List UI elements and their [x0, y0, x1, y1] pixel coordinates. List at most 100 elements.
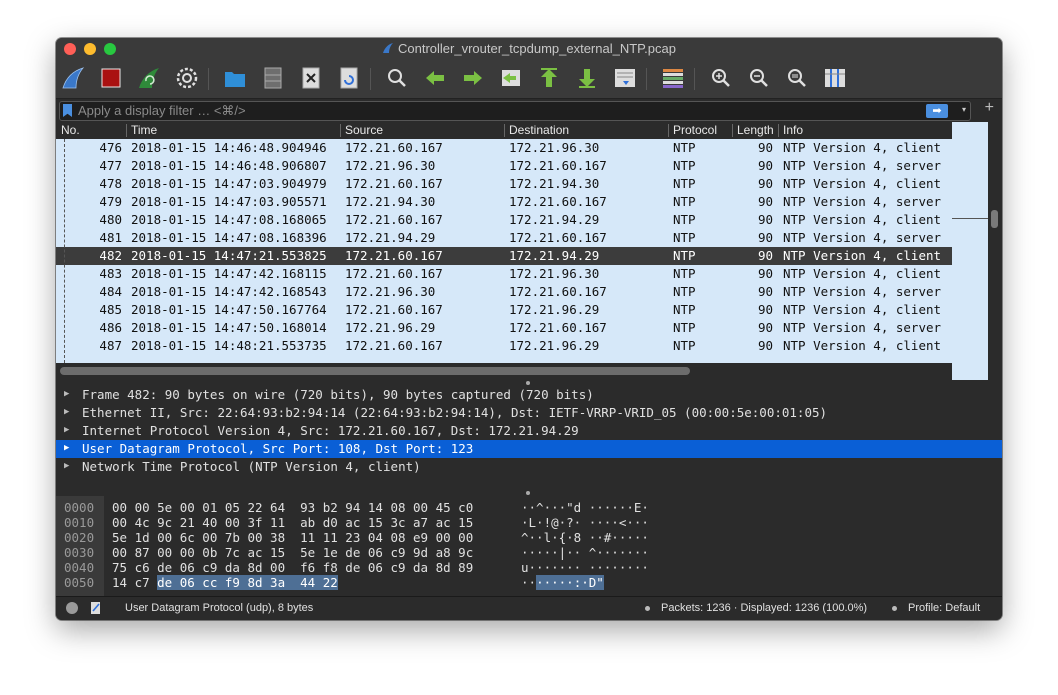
magnifier-icon [388, 69, 406, 87]
bytes-ascii[interactable]: ·······:·D" [521, 575, 604, 590]
arrow-left-icon [426, 71, 444, 85]
capture-options-button[interactable] [174, 65, 200, 91]
splitter-handle[interactable] [526, 491, 530, 495]
table-row[interactable]: 485 2018-01-15 14:47:50.167764 172.21.60.1… [56, 301, 952, 319]
main-toolbar [56, 60, 1002, 99]
bytes-hex[interactable]: 00 4c 9c 21 40 00 3f 11 ab d0 ac 15 3c a… [112, 515, 473, 530]
zoom-in-button[interactable] [708, 65, 734, 91]
splitter-handle[interactable] [526, 381, 530, 385]
go-to-packet-button[interactable] [498, 65, 524, 91]
zoom-out-button[interactable] [746, 65, 772, 91]
packet-list-horizontal-scrollbar[interactable] [56, 363, 952, 380]
close-file-button[interactable] [298, 65, 324, 91]
details-tree-item[interactable]: ▶ Frame 482: 90 bytes on wire (720 bits),… [56, 386, 1002, 404]
pane-splitter-top[interactable] [56, 381, 1002, 385]
table-row[interactable]: 478 2018-01-15 14:47:03.904979 172.21.60.1… [56, 175, 952, 193]
bytes-hex[interactable]: 75 c6 de 06 c9 da 8d 00 f6 f8 de 06 c9 d… [112, 560, 473, 575]
filter-history-dropdown[interactable]: ▾ [962, 105, 966, 114]
packet-bytes-pane[interactable]: 0000 00 00 5e 00 01 05 22 64 93 b2 94 14 … [56, 496, 1002, 596]
table-row[interactable]: 487 2018-01-15 14:48:21.553735 172.21.60.1… [56, 337, 952, 355]
cell-time: 2018-01-15 14:46:48.906807 [131, 158, 327, 173]
details-item-label: Internet Protocol Version 4, Src: 172.21… [82, 423, 579, 438]
expert-info-indicator[interactable] [66, 602, 78, 614]
bytes-hex[interactable]: 00 00 5e 00 01 05 22 64 93 b2 94 14 08 0… [112, 500, 473, 515]
go-last-button[interactable] [574, 65, 600, 91]
open-file-button[interactable] [222, 65, 248, 91]
cell-source: 172.21.60.167 [345, 140, 443, 155]
bytes-ascii[interactable]: u······· ········ [521, 560, 649, 575]
display-filter-placeholder: Apply a display filter … <⌘/> [78, 103, 246, 118]
auto-scroll-button[interactable] [612, 65, 638, 91]
column-header-source[interactable]: Source [345, 123, 383, 137]
table-row[interactable]: 477 2018-01-15 14:46:48.906807 172.21.96.3… [56, 157, 952, 175]
table-row[interactable]: 479 2018-01-15 14:47:03.905571 172.21.94.3… [56, 193, 952, 211]
edit-comment-icon[interactable] [90, 601, 102, 615]
bytes-ascii[interactable]: ·····|·· ^······· [521, 545, 649, 560]
column-header-time[interactable]: Time [131, 123, 157, 137]
column-header-no[interactable]: No. [61, 123, 80, 137]
restart-capture-button[interactable] [136, 65, 162, 91]
status-profile[interactable]: Profile: Default [908, 602, 980, 614]
vertical-scroll-thumb[interactable] [991, 210, 998, 228]
table-row[interactable]: 480 2018-01-15 14:47:08.168065 172.21.60.1… [56, 211, 952, 229]
reload-icon [340, 67, 358, 89]
table-row[interactable]: 484 2018-01-15 14:47:42.168543 172.21.96.3… [56, 283, 952, 301]
packet-minimap[interactable] [952, 122, 988, 363]
cell-length: 90 [757, 284, 773, 299]
expand-triangle-icon[interactable]: ▶ [64, 461, 69, 471]
go-forward-button[interactable] [460, 65, 486, 91]
expand-triangle-icon[interactable]: ▶ [64, 407, 69, 417]
start-capture-button[interactable] [60, 65, 86, 91]
bytes-ascii[interactable]: ^··l·{·8 ··#····· [521, 530, 649, 545]
column-header-protocol[interactable]: Protocol [673, 123, 717, 137]
bytes-hex[interactable]: 00 87 00 00 0b 7c ac 15 5e 1e de 06 c9 9… [112, 545, 473, 560]
column-header-destination[interactable]: Destination [509, 123, 569, 137]
stop-capture-button[interactable] [98, 65, 124, 91]
column-header-length[interactable]: Length [737, 123, 777, 137]
status-bar: User Datagram Protocol (udp), 8 bytes Pa… [56, 596, 1002, 620]
column-header-info[interactable]: Info [783, 123, 803, 137]
table-row[interactable]: 481 2018-01-15 14:47:08.168396 172.21.94.2… [56, 229, 952, 247]
resize-columns-button[interactable] [822, 65, 848, 91]
plus-icon: + [984, 99, 994, 116]
packet-list-vertical-scrollbar[interactable] [988, 122, 1002, 380]
title-bar[interactable]: Controller_vrouter_tcpdump_external_NTP.… [56, 38, 1002, 60]
reload-file-button[interactable] [336, 65, 362, 91]
packet-details-pane[interactable]: ▶ Frame 482: 90 bytes on wire (720 bits),… [56, 386, 1002, 490]
colorize-button[interactable] [660, 65, 686, 91]
table-row[interactable]: 476 2018-01-15 14:46:48.904946 172.21.60.1… [56, 139, 952, 157]
expand-triangle-icon[interactable]: ▶ [64, 443, 69, 453]
window-title-text: Controller_vrouter_tcpdump_external_NTP.… [398, 41, 676, 56]
details-tree-item[interactable]: ▶ User Datagram Protocol, Src Port: 108, … [56, 440, 1002, 458]
bytes-row[interactable]: 0050 14 c7 de 06 cc f9 8d 3a 44 22 ·······… [56, 575, 1002, 593]
table-row[interactable]: 483 2018-01-15 14:47:42.168115 172.21.60.1… [56, 265, 952, 283]
bytes-hex[interactable]: 14 c7 de 06 cc f9 8d 3a 44 22 [112, 575, 338, 590]
bookmark-icon[interactable] [63, 104, 72, 117]
save-file-button[interactable] [260, 65, 286, 91]
details-tree-item[interactable]: ▶ Ethernet II, Src: 22:64:93:b2:94:14 (22… [56, 404, 1002, 422]
packet-list[interactable]: No. Time Source Destination Protocol Len… [56, 122, 1002, 380]
apply-filter-button[interactable]: ➡ [926, 104, 948, 118]
cell-destination: 172.21.96.29 [509, 338, 600, 353]
pane-splitter-bottom[interactable] [56, 491, 1002, 495]
expand-triangle-icon[interactable]: ▶ [64, 389, 69, 399]
bytes-ascii[interactable]: ··^···"d ······E· [521, 500, 649, 515]
normal-size-button[interactable] [784, 65, 810, 91]
go-first-button[interactable] [536, 65, 562, 91]
horizontal-scroll-thumb[interactable] [60, 367, 690, 375]
resize-columns-icon [825, 69, 845, 87]
bytes-hex[interactable]: 5e 1d 00 6c 00 7b 00 38 11 11 23 04 08 e… [112, 530, 473, 545]
bytes-ascii[interactable]: ·L·!@·?· ····<··· [521, 515, 649, 530]
find-packet-button[interactable] [384, 65, 410, 91]
cell-destination: 172.21.96.30 [509, 140, 600, 155]
go-back-button[interactable] [422, 65, 448, 91]
table-row[interactable]: 482 2018-01-15 14:47:21.553825 172.21.60.1… [56, 247, 952, 265]
expand-triangle-icon[interactable]: ▶ [64, 425, 69, 435]
details-tree-item[interactable]: ▶ Network Time Protocol (NTP Version 4, c… [56, 458, 1002, 476]
cell-destination: 172.21.60.167 [509, 194, 607, 209]
details-tree-item[interactable]: ▶ Internet Protocol Version 4, Src: 172.2… [56, 422, 1002, 440]
cell-no: 478 [99, 176, 122, 191]
display-filter-input[interactable]: Apply a display filter … <⌘/> ➡ ▾ [59, 101, 971, 121]
add-filter-button[interactable]: + [985, 99, 994, 117]
table-row[interactable]: 486 2018-01-15 14:47:50.168014 172.21.96.2… [56, 319, 952, 337]
